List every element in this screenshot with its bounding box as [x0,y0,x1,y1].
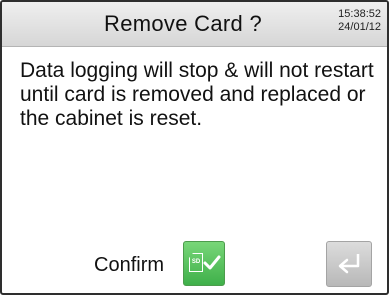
check-icon [203,255,221,270]
dialog-screen: Remove Card ? 15:38:52 24/01/12 Data log… [0,0,389,295]
enter-arrow-icon [338,254,360,274]
dialog-title: Remove Card ? [104,11,262,36]
clock-date: 24/01/12 [338,21,381,33]
warning-message: Data logging will stop & will not restar… [20,59,374,130]
confirm-label: Confirm [94,254,165,276]
enter-button[interactable] [326,241,372,287]
clock-time: 15:38:52 [338,8,381,20]
sd-card-icon: SD [189,253,203,272]
confirm-button[interactable]: SD [183,241,225,286]
clock: 15:38:52 24/01/12 [338,8,381,34]
title-bar: Remove Card ? 15:38:52 24/01/12 [2,2,387,47]
